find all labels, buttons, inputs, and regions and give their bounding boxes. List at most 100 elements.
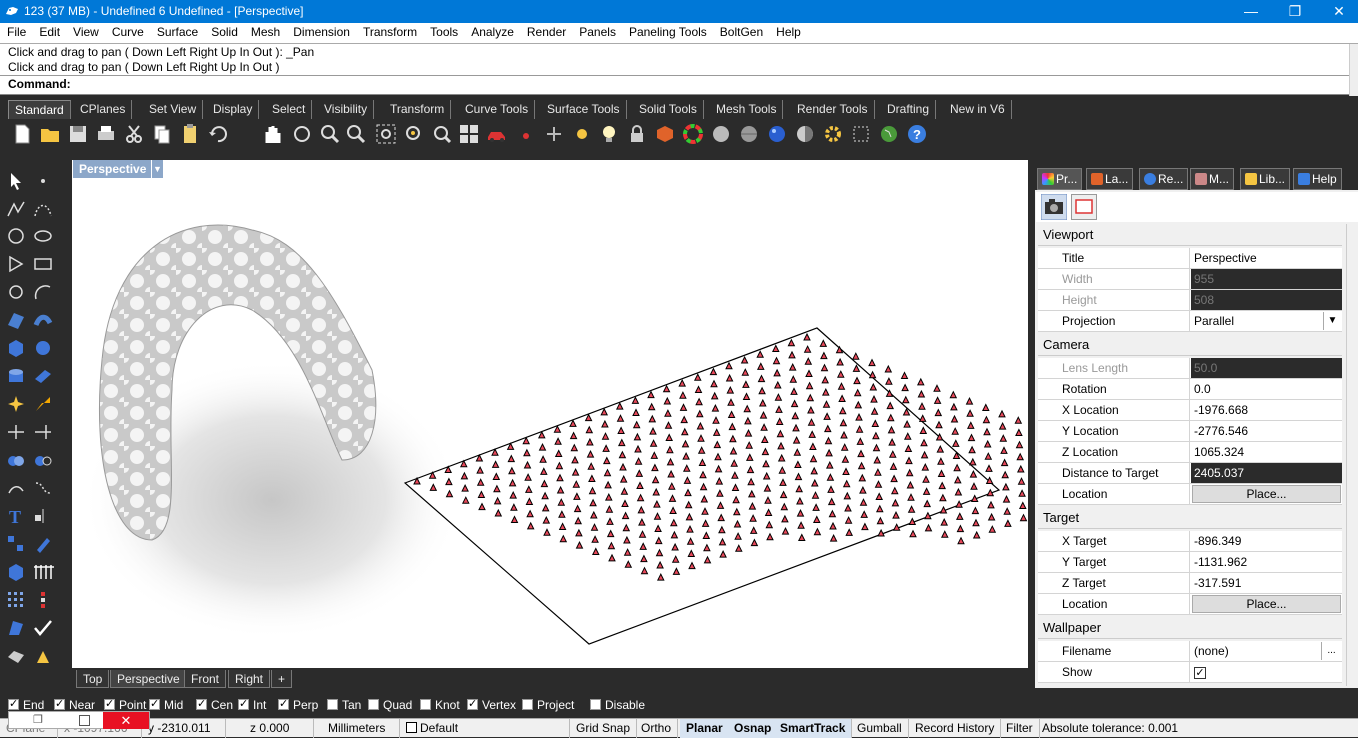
menu-curve[interactable]: Curve	[105, 23, 150, 39]
add-viewport-tab-button[interactable]: +	[271, 670, 293, 688]
pipe-icon[interactable]	[32, 309, 54, 331]
osnap-checkbox[interactable]	[590, 699, 601, 710]
polyline-icon[interactable]	[5, 198, 27, 220]
zoom-window-icon[interactable]	[344, 122, 368, 146]
section-target[interactable]: Target	[1038, 507, 1342, 529]
text-icon[interactable]: T	[5, 505, 27, 527]
tab-render-tools[interactable]: Render Tools	[791, 100, 875, 119]
title-field[interactable]: Perspective	[1191, 248, 1342, 268]
osnap-checkbox[interactable]	[522, 699, 533, 710]
material-sphere-icon[interactable]	[793, 122, 817, 146]
menu-help[interactable]: Help	[769, 23, 807, 39]
osnap-project[interactable]: Project	[522, 698, 574, 712]
viewport-perspective[interactable]	[72, 160, 1028, 668]
menu-view[interactable]: View	[66, 23, 105, 39]
osnap-vertex[interactable]: Vertex	[467, 697, 516, 712]
osnap-checkbox[interactable]	[467, 697, 478, 710]
sun-icon[interactable]	[570, 122, 594, 146]
osnap-tan[interactable]: Tan	[327, 698, 361, 712]
status-osnap[interactable]: Osnap	[728, 719, 779, 738]
point-icon[interactable]	[542, 122, 566, 146]
osnap-near[interactable]: Near	[54, 697, 95, 712]
group-icon[interactable]	[5, 533, 27, 555]
open-file-icon[interactable]	[38, 122, 62, 146]
rectangle-icon[interactable]	[32, 253, 54, 275]
ghosted-sphere-icon[interactable]	[737, 122, 761, 146]
menu-edit[interactable]: Edit	[32, 23, 66, 39]
osnap-checkbox[interactable]	[54, 697, 65, 710]
viewport-tab-right[interactable]: Right	[228, 670, 271, 688]
tab-standard[interactable]: Standard	[8, 100, 71, 119]
boolean-diff-icon[interactable]	[32, 449, 54, 471]
panel-tab-properties[interactable]: Pr...	[1037, 168, 1083, 190]
status-units[interactable]: Millimeters	[314, 719, 400, 738]
block-icon[interactable]	[5, 561, 27, 583]
zoom-dynamic-icon[interactable]	[318, 122, 342, 146]
chevron-down-icon[interactable]: ▼	[1323, 312, 1341, 330]
menu-dimension[interactable]: Dimension	[286, 23, 356, 39]
paste-icon[interactable]	[178, 122, 202, 146]
boolean-union-icon[interactable]	[5, 449, 27, 471]
light-icon[interactable]	[597, 122, 621, 146]
box-icon[interactable]	[5, 337, 27, 359]
explode-icon[interactable]	[5, 393, 27, 415]
osnap-cen[interactable]: Cen	[196, 697, 233, 712]
status-layer[interactable]: Default	[400, 719, 570, 738]
hide-icon[interactable]	[5, 645, 27, 667]
curve-circle-icon[interactable]	[5, 281, 27, 303]
menu-paneling-tools[interactable]: Paneling Tools	[622, 23, 713, 39]
menu-mesh[interactable]: Mesh	[244, 23, 286, 39]
print-icon[interactable]	[94, 122, 118, 146]
trim-icon[interactable]	[5, 421, 27, 443]
grid-array-icon[interactable]	[5, 589, 27, 611]
menu-boltgen[interactable]: BoltGen	[713, 23, 769, 39]
mini-restore-button[interactable]: ❐	[33, 713, 43, 726]
panel-scrollbar[interactable]	[1346, 224, 1358, 686]
browse-button[interactable]: ...	[1321, 642, 1341, 660]
options-icon[interactable]	[849, 122, 873, 146]
y-location-field[interactable]: -2776.546	[1191, 421, 1342, 441]
viewport-tab-perspective[interactable]: Perspective	[110, 670, 187, 688]
osnap-checkbox[interactable]	[327, 699, 338, 710]
array-icon[interactable]	[32, 561, 54, 583]
earth-icon[interactable]	[877, 122, 901, 146]
panel-tab-help[interactable]: Help	[1293, 168, 1342, 190]
menu-analyze[interactable]: Analyze	[464, 23, 520, 39]
status-filter[interactable]: Filter	[1000, 719, 1040, 738]
status-smarttrack[interactable]: SmartTrack	[774, 719, 853, 738]
status-grid-snap[interactable]: Grid Snap	[570, 719, 638, 738]
viewport-tab-top[interactable]: Top	[76, 670, 110, 688]
tab-surface-tools[interactable]: Surface Tools	[541, 100, 627, 119]
help-icon[interactable]: ?	[905, 122, 929, 146]
tab-select[interactable]: Select	[266, 100, 313, 119]
restore-button[interactable]: ❐	[1272, 0, 1318, 23]
lock-icon[interactable]	[625, 122, 649, 146]
analyze-icon[interactable]	[5, 617, 27, 639]
color-wheel-icon[interactable]	[681, 122, 705, 146]
viewport-canvas[interactable]	[72, 160, 1028, 668]
tab-drafting[interactable]: Drafting	[881, 100, 937, 119]
zoom-selected-icon[interactable]	[402, 122, 426, 146]
tab-cplanes[interactable]: CPlanes	[74, 100, 133, 119]
car-icon[interactable]	[485, 122, 509, 146]
distance-field[interactable]: 2405.037	[1191, 463, 1342, 483]
osnap-perp[interactable]: Perp	[278, 697, 318, 712]
blue-sphere-icon[interactable]	[765, 122, 789, 146]
material-icon[interactable]	[653, 122, 677, 146]
tab-new-in-v6[interactable]: New in V6	[944, 100, 1012, 119]
tab-display[interactable]: Display	[207, 100, 260, 119]
osnap-checkbox[interactable]	[238, 697, 249, 710]
osnap-checkbox[interactable]	[420, 699, 431, 710]
osnap-checkbox[interactable]	[149, 697, 160, 710]
tab-solid-tools[interactable]: Solid Tools	[633, 100, 704, 119]
copy-icon[interactable]	[150, 122, 174, 146]
surface-icon[interactable]	[5, 309, 27, 331]
menu-tools[interactable]: Tools	[423, 23, 464, 39]
mini-maximize-button[interactable]	[79, 715, 90, 726]
osnap-checkbox[interactable]	[8, 697, 19, 710]
rotate-view-icon[interactable]	[290, 122, 314, 146]
ellipse-icon[interactable]	[32, 225, 54, 247]
osnap-checkbox[interactable]	[104, 697, 115, 710]
cylinder-icon[interactable]	[5, 365, 27, 387]
section-wallpaper[interactable]: Wallpaper	[1038, 617, 1342, 639]
